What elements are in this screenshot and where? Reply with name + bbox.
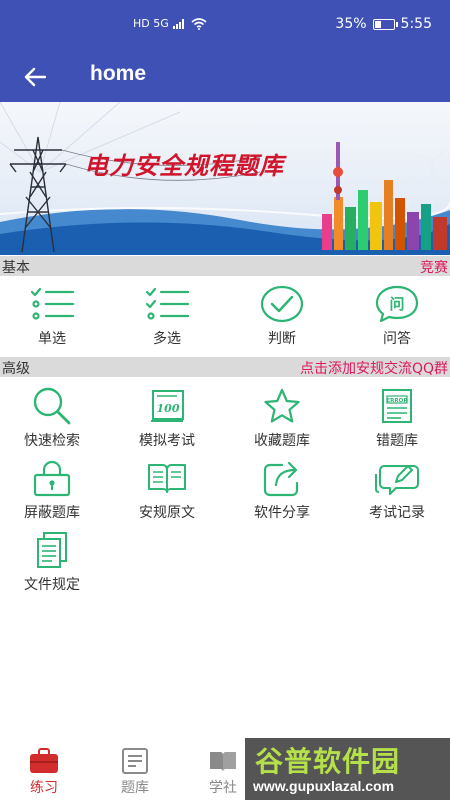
open-book-icon bbox=[148, 464, 186, 493]
network-label: HD 5G bbox=[133, 17, 169, 30]
single-choice-icon bbox=[30, 287, 75, 320]
qa-bubble-icon: 问 bbox=[375, 285, 419, 323]
page-title: home bbox=[90, 62, 147, 85]
search-icon bbox=[33, 387, 71, 425]
blocked-bank-label: 屏蔽题库 bbox=[24, 505, 80, 521]
competition-link[interactable]: 竞赛 bbox=[420, 257, 448, 277]
exam-records-button[interactable]: 考试记录 bbox=[341, 458, 450, 524]
blocked-bank-button[interactable]: 屏蔽题库 bbox=[0, 458, 108, 524]
practice-bag-icon bbox=[30, 748, 58, 773]
quick-search-label: 快速检索 bbox=[24, 433, 80, 449]
qa-button[interactable]: 问 问答 bbox=[341, 284, 450, 350]
single-choice-label: 单选 bbox=[38, 331, 66, 347]
single-choice-button[interactable]: 单选 bbox=[0, 284, 108, 350]
mock-exam-label: 模拟考试 bbox=[139, 433, 195, 449]
wrong-questions-button[interactable]: ERROR 错题库 bbox=[341, 386, 450, 452]
multi-choice-icon bbox=[145, 287, 190, 320]
multi-choice-button[interactable]: 多选 bbox=[111, 284, 223, 350]
book-icon bbox=[210, 752, 236, 772]
nav-practice-label: 练习 bbox=[30, 780, 58, 796]
status-bar: HD 5G 35% 5:55 bbox=[0, 0, 450, 52]
file-regulations-button[interactable]: 文件规定 bbox=[0, 530, 108, 596]
mock-exam-button[interactable]: 100 模拟考试 bbox=[111, 386, 223, 452]
back-button[interactable] bbox=[18, 60, 52, 94]
basic-section-header: 基本 竞赛 bbox=[0, 256, 450, 276]
nav-study-label: 学社 bbox=[209, 780, 237, 796]
nav-tab-practice[interactable]: 练习 bbox=[14, 748, 74, 800]
app-bar: home bbox=[0, 52, 450, 102]
battery-percent: 35% bbox=[335, 16, 367, 32]
favorites-button[interactable]: 收藏题库 bbox=[226, 386, 338, 452]
wrong-questions-label: 错题库 bbox=[376, 433, 418, 449]
watermark-brand: 谷普软件园 bbox=[255, 745, 401, 778]
nav-tab-study[interactable]: 学社 bbox=[193, 748, 253, 800]
banner-image: 电力安全规程题库 bbox=[0, 102, 450, 255]
basic-section-label: 基本 bbox=[2, 260, 30, 276]
quick-search-button[interactable]: 快速检索 bbox=[0, 386, 108, 452]
multi-choice-label: 多选 bbox=[153, 331, 181, 347]
nav-tab-question-bank[interactable]: 题库 bbox=[105, 748, 165, 800]
error-doc-icon: ERROR bbox=[382, 389, 412, 423]
share-app-label: 软件分享 bbox=[254, 505, 310, 521]
status-right: 35% 5:55 bbox=[335, 16, 432, 32]
star-icon bbox=[264, 388, 300, 423]
watermark: 谷普软件园 www.gupuxlazal.com bbox=[245, 738, 450, 800]
banner-title: 电力安全规程题库 bbox=[84, 152, 284, 180]
clock: 5:55 bbox=[400, 16, 432, 32]
qa-label: 问答 bbox=[383, 331, 411, 347]
share-icon bbox=[263, 461, 299, 497]
network-indicator: HD 5G bbox=[133, 17, 207, 30]
share-app-button[interactable]: 软件分享 bbox=[226, 458, 338, 524]
exam-100-icon: 100 bbox=[151, 390, 184, 422]
regulations-text-button[interactable]: 安规原文 bbox=[111, 458, 223, 524]
advanced-section-label: 高级 bbox=[2, 361, 30, 377]
join-qq-group-link[interactable]: 点击添加安规交流QQ群 bbox=[300, 358, 448, 378]
arrow-left-icon bbox=[24, 67, 46, 87]
signal-icon bbox=[172, 19, 184, 29]
wifi-icon bbox=[191, 17, 207, 30]
svg-text:100: 100 bbox=[157, 402, 180, 415]
check-circle-icon bbox=[260, 285, 304, 323]
svg-text:ERROR: ERROR bbox=[386, 398, 408, 404]
judgement-button[interactable]: 判断 bbox=[226, 284, 338, 350]
battery-icon bbox=[372, 18, 398, 30]
record-edit-icon bbox=[375, 465, 419, 495]
regulations-text-label: 安规原文 bbox=[139, 505, 195, 521]
exam-records-label: 考试记录 bbox=[369, 505, 425, 521]
favorites-label: 收藏题库 bbox=[254, 433, 310, 449]
svg-text:问: 问 bbox=[389, 295, 404, 313]
documents-icon bbox=[37, 532, 67, 568]
advanced-section-header: 高级 点击添加安规交流QQ群 bbox=[0, 357, 450, 377]
file-regulations-label: 文件规定 bbox=[24, 577, 80, 593]
watermark-url: www.gupuxlazal.com bbox=[253, 778, 395, 794]
nav-question-bank-label: 题库 bbox=[121, 780, 149, 796]
question-bank-icon bbox=[122, 748, 148, 774]
lock-icon bbox=[33, 460, 71, 497]
judgement-label: 判断 bbox=[268, 331, 296, 347]
